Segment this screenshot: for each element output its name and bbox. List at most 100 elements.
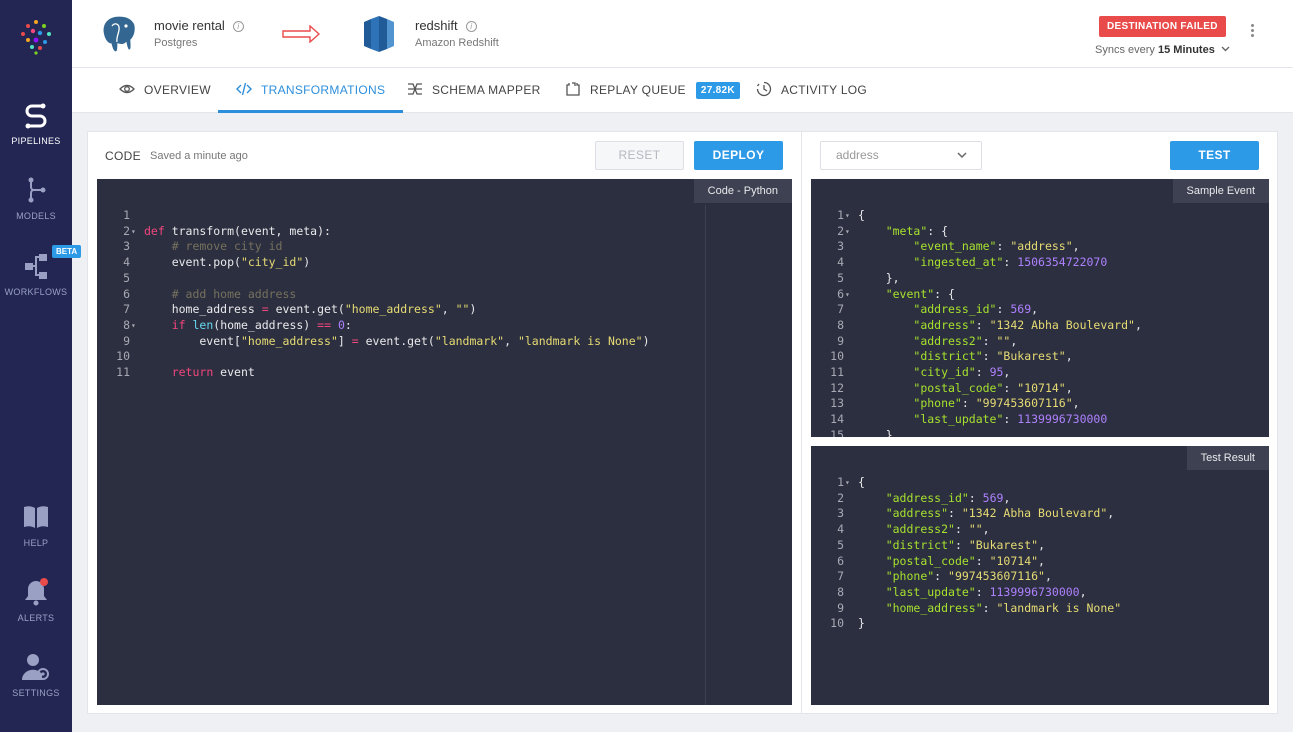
test-result-viewer[interactable]: Test Result 1 ▾ {2 "address_id": 569, 3 "ad…	[811, 446, 1269, 705]
line-number: 5	[837, 537, 844, 552]
fold-toggle-icon[interactable]: ▾	[131, 224, 136, 239]
sidebar-item-label: PIPELINES	[11, 136, 61, 146]
line-number: 15	[830, 427, 844, 437]
fold-toggle-icon[interactable]: ▾	[845, 208, 850, 223]
line-content: "event_name": "address",	[913, 239, 1080, 254]
source-name[interactable]: movie rental i	[154, 18, 244, 33]
line-number: 4	[837, 522, 844, 537]
pipeline-tabs: OVERVIEW TRANSFORMATIONS SCHEMA MAPPER R…	[72, 68, 1293, 113]
line-number: 8	[837, 317, 844, 332]
code-editor[interactable]: Code - Python 1 2 ▾ def transform(event, me…	[97, 179, 792, 705]
line-content: }	[858, 427, 893, 437]
line-number: 3	[123, 239, 130, 254]
sidebar-item-label: ALERTS	[17, 613, 55, 623]
sidebar-item-label: SETTINGS	[12, 688, 60, 698]
line-content: "district": "Bukarest",	[913, 349, 1073, 364]
line-content: home_address = event.get("home_address",…	[144, 302, 477, 317]
fold-toggle-icon[interactable]: ▾	[845, 224, 850, 239]
tab-activity-log[interactable]: ACTIVITY LOG	[756, 68, 867, 113]
user-settings-icon	[21, 654, 49, 680]
line-content: "address2": "",	[913, 333, 1018, 348]
workflows-icon	[25, 254, 47, 279]
bell-icon	[25, 578, 48, 606]
line-number: 5	[837, 270, 844, 285]
sidebar-item-label: WORKFLOWS	[4, 287, 68, 297]
status-badge[interactable]: DESTINATION FAILED	[1099, 16, 1226, 37]
saved-status: Saved a minute ago	[150, 150, 248, 162]
tab-overview[interactable]: OVERVIEW	[119, 68, 211, 113]
redshift-icon	[364, 16, 394, 52]
line-content: "phone": "997453607116",	[913, 396, 1080, 411]
line-number: 9	[837, 333, 844, 348]
pipeline-header: movie rental i Postgres redshift i Amazon …	[72, 0, 1293, 68]
line-content: "district": "Bukarest",	[885, 537, 1045, 552]
line-number: 9	[123, 333, 130, 348]
destination-info-icon[interactable]: i	[465, 21, 477, 32]
reset-button[interactable]: RESET	[595, 141, 684, 170]
chevron-down-icon	[1221, 46, 1230, 52]
line-number: 7	[123, 302, 130, 317]
pipelines-icon	[25, 103, 47, 129]
sidebar-item-help[interactable]: HELP	[0, 502, 72, 548]
line-number: 2	[837, 223, 844, 238]
line-content: "address_id": 569,	[913, 302, 1039, 317]
line-number: 3	[837, 239, 844, 254]
line-content: if len(home_address) == 0:	[171, 317, 352, 332]
line-content: },	[858, 270, 900, 285]
line-number: 14	[830, 412, 844, 427]
line-number: 2	[123, 223, 130, 238]
test-result-label: Test Result	[1186, 446, 1269, 470]
fold-toggle-icon[interactable]: ▾	[845, 287, 850, 302]
line-number: 10	[830, 616, 844, 631]
line-number: 10	[830, 349, 844, 364]
source-info-icon[interactable]: i	[232, 21, 244, 32]
line-content: event.pop("city_id")	[144, 255, 311, 270]
fold-toggle-icon[interactable]: ▾	[131, 318, 136, 333]
sidebar-item-settings[interactable]: SETTINGS	[0, 652, 72, 698]
sidebar: PIPELINES MODELS WORKFLOWS BETA HELP ALE…	[0, 0, 82, 732]
tab-schema-mapper[interactable]: SCHEMA MAPPER	[407, 68, 541, 113]
test-button[interactable]: TEST	[1170, 141, 1259, 170]
transformation-workspace: CODE Saved a minute ago RESET DEPLOY add…	[87, 131, 1278, 714]
more-options-icon[interactable]	[1248, 22, 1256, 44]
line-content: "event": {	[885, 286, 955, 301]
help-book-icon	[24, 506, 48, 528]
sidebar-item-alerts[interactable]: ALERTS	[0, 577, 72, 623]
deploy-button[interactable]: DEPLOY	[694, 141, 783, 170]
line-content: "meta": {	[885, 223, 949, 238]
line-number: 4	[123, 255, 130, 270]
tab-replay-queue[interactable]: REPLAY QUEUE 27.82K	[565, 68, 740, 113]
event-type-select[interactable]: address	[820, 141, 982, 170]
code-panel-title: CODE	[105, 149, 141, 163]
line-number: 6	[837, 553, 844, 568]
line-content: return event	[171, 365, 255, 379]
line-content: "city_id": 95,	[913, 365, 1011, 379]
line-number: 12	[830, 380, 844, 395]
code-icon	[236, 83, 252, 96]
sample-event-viewer[interactable]: Sample Event 1 ▾{2 ▾ "meta": {3 "event_nam…	[811, 179, 1269, 437]
replay-count-badge: 27.82K	[695, 82, 740, 99]
postgres-elephant-icon	[102, 15, 137, 53]
line-content: "ingested_at": 1506354722070	[913, 255, 1108, 270]
line-content: }	[858, 616, 865, 631]
line-number: 1	[837, 208, 844, 222]
sidebar-item-label: HELP	[23, 538, 49, 548]
sidebar-item-models[interactable]: MODELS	[0, 175, 72, 221]
line-content: "last_update": 1139996730000	[913, 412, 1108, 427]
tab-transformations[interactable]: TRANSFORMATIONS	[218, 68, 404, 113]
line-number: 6	[123, 286, 130, 301]
line-content: "postal_code": "10714",	[885, 553, 1045, 568]
line-number: 4	[837, 255, 844, 270]
line-content: "address": "1342 Abha Boulevard",	[885, 506, 1115, 521]
destination-name[interactable]: redshift i	[415, 18, 477, 33]
line-content: def transform(event, meta):	[144, 223, 331, 238]
app-logo-icon[interactable]	[16, 16, 56, 56]
line-content: event["home_address"] = event.get("landm…	[144, 333, 650, 348]
line-content: "home_address": "landmark is None"	[885, 600, 1122, 615]
sync-frequency[interactable]: Syncs every 15 Minutes	[1095, 44, 1230, 56]
fold-toggle-icon[interactable]: ▾	[845, 475, 850, 490]
sidebar-item-pipelines[interactable]: PIPELINES	[0, 100, 72, 146]
line-number: 3	[837, 506, 844, 521]
source-type: Postgres	[154, 37, 198, 49]
sample-event-label: Sample Event	[1172, 179, 1269, 203]
